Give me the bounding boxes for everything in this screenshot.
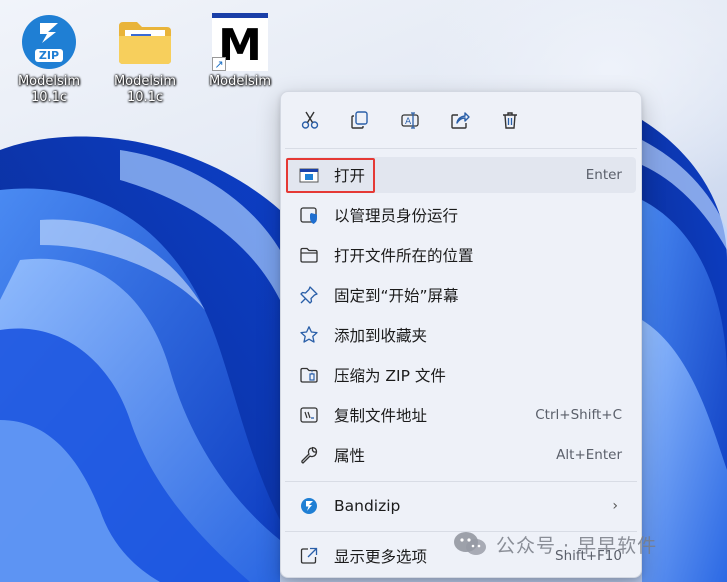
desktop-icon-label: Modelsim 10.1c	[17, 74, 81, 105]
copy-icon	[351, 111, 368, 129]
star-icon	[298, 324, 320, 346]
rename-button[interactable]: A	[395, 105, 425, 135]
chevron-right-icon: ›	[612, 498, 618, 514]
menu-separator	[285, 481, 637, 482]
copy-path-icon	[298, 404, 320, 426]
menu-item-label: Bandizip	[334, 497, 401, 515]
bandizip-zip-archive-icon: ZIP	[21, 14, 77, 70]
menu-item-label: 属性	[334, 447, 366, 465]
menu-item-bandizip[interactable]: Bandizip ›	[286, 488, 636, 524]
menu-item-shortcut: Alt+Enter	[556, 447, 622, 463]
svg-text:A: A	[405, 117, 412, 127]
menu-item-compress-zip[interactable]: 压缩为 ZIP 文件	[286, 357, 636, 393]
modelsim-shortcut-icon: M ↗	[212, 13, 268, 71]
annotation-highlight-box	[286, 158, 375, 193]
wrench-icon	[298, 444, 320, 466]
menu-item-shortcut: Ctrl+Shift+C	[535, 407, 622, 423]
desktop-icon-modelsim-folder[interactable]: Modelsim 10.1c	[102, 14, 188, 106]
menu-separator	[285, 148, 637, 149]
menu-item-label: 打开文件所在的位置	[334, 247, 474, 265]
menu-item-add-to-favorites[interactable]: 添加到收藏夹	[286, 317, 636, 353]
menu-item-run-as-admin[interactable]: 以管理员身份运行	[286, 197, 636, 233]
folder-outline-icon	[298, 244, 320, 266]
share-button[interactable]	[445, 105, 475, 135]
menu-item-label: 压缩为 ZIP 文件	[334, 367, 446, 385]
shield-window-icon	[298, 204, 320, 226]
folder-icon	[117, 14, 173, 70]
menu-item-label: 显示更多选项	[334, 548, 428, 566]
shortcut-arrow-icon: ↗	[212, 57, 226, 71]
zip-badge: ZIP	[34, 49, 64, 62]
menu-item-open-file-location[interactable]: 打开文件所在的位置	[286, 237, 636, 273]
copy-button[interactable]	[345, 105, 375, 135]
wechat-watermark: 公众号 · 早早软件	[452, 530, 657, 558]
pin-icon	[298, 284, 320, 306]
menu-item-copy-as-path[interactable]: 复制文件地址 Ctrl+Shift+C	[286, 397, 636, 433]
menu-item-label: 复制文件地址	[334, 407, 428, 425]
menu-item-label: 以管理员身份运行	[334, 207, 459, 225]
bolt-icon	[40, 23, 58, 43]
menu-item-shortcut: Enter	[585, 167, 622, 183]
bandizip-icon	[298, 495, 320, 517]
menu-item-pin-to-start[interactable]: 固定到“开始”屏幕	[286, 277, 636, 313]
zip-folder-icon	[298, 364, 320, 386]
menu-item-properties[interactable]: 属性 Alt+Enter	[286, 437, 636, 473]
desktop-icon-modelsim-zip[interactable]: ZIP Modelsim 10.1c	[6, 14, 92, 106]
rename-icon: A	[401, 112, 419, 129]
desktop-icon-modelsim-shortcut[interactable]: M ↗ Modelsim	[197, 13, 283, 90]
desktop-icon-label: Modelsim 10.1c	[113, 74, 177, 105]
context-menu-toolbar: A	[281, 92, 641, 148]
menu-item-label: 添加到收藏夹	[334, 327, 428, 345]
delete-button[interactable]	[495, 105, 525, 135]
scissors-icon	[301, 111, 319, 129]
desktop-icon-label: Modelsim	[208, 74, 272, 89]
trash-icon	[503, 112, 517, 129]
watermark-text: 公众号 · 早早软件	[496, 534, 658, 557]
cut-button[interactable]	[295, 105, 325, 135]
external-window-icon	[298, 545, 320, 567]
context-menu: A 打开 Enter 以管理员身份运行 打开文件所在的位置 固定到“开始”屏幕 …	[280, 91, 642, 578]
share-icon	[451, 112, 470, 129]
wechat-logo-icon	[454, 532, 486, 555]
menu-item-label: 固定到“开始”屏幕	[334, 287, 459, 305]
